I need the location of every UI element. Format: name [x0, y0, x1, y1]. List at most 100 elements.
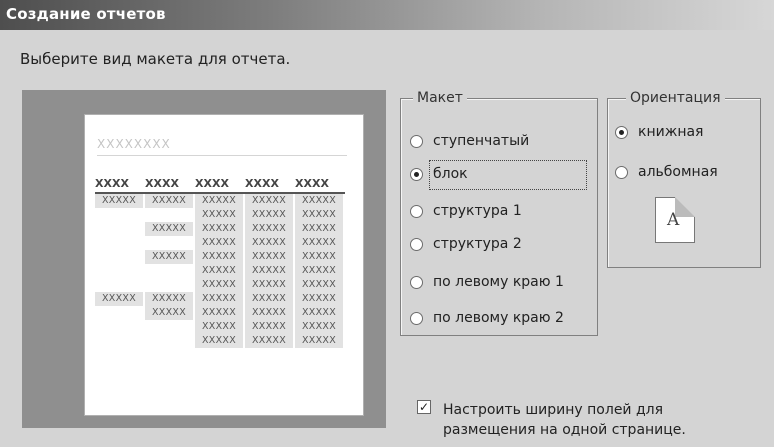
radio-left-align-2[interactable]: по левому краю 2 [410, 310, 564, 326]
preview-cell [95, 278, 143, 292]
radio-landscape-dot[interactable] [615, 165, 628, 179]
radio-outline-2[interactable]: структура 2 [410, 236, 522, 252]
preview-row: XXXXX XXXXX XXXXX XXXXX XXXXX [95, 194, 345, 208]
preview-cell: XXXXX [245, 194, 293, 208]
radio-stepped-dot[interactable] [410, 134, 423, 148]
preview-row: XXXXX XXXXX XXXXX XXXXX [95, 306, 345, 320]
preview-cell: XXXXX [295, 320, 343, 334]
radio-stepped[interactable]: ступенчатый [410, 133, 529, 149]
preview-column-header: XXXX [295, 177, 329, 190]
preview-row: XXXXX XXXXX XXXXX [95, 334, 345, 348]
preview-cell: XXXXX [295, 236, 343, 250]
preview-cell: XXXXX [195, 278, 243, 292]
preview-cell: XXXXX [95, 292, 143, 306]
preview-column-header: XXXX [195, 177, 229, 190]
preview-cell: XXXXX [295, 222, 343, 236]
preview-cell: XXXXX [195, 222, 243, 236]
radio-outline-2-label: структура 2 [433, 236, 522, 252]
preview-cell: XXXXX [295, 208, 343, 222]
preview-rows: XXXXX XXXXX XXXXX XXXXX XXXXX XXXXX XXXXX XXXXX… [95, 194, 345, 348]
preview-cell [95, 320, 143, 334]
radio-block-dot[interactable] [410, 167, 423, 181]
preview-column-header: XXXX [95, 177, 129, 190]
fit-width-label[interactable]: Настроить ширину полей для размещения на… [443, 400, 686, 440]
preview-cell: XXXXX [145, 306, 193, 320]
preview-cell: XXXXX [195, 292, 243, 306]
layout-preview: XXXXXXXX XXXX XXXX XXXX XXXX XXXX XXXXX XXXXX… [22, 90, 386, 428]
radio-outline-1-dot[interactable] [410, 204, 423, 218]
preview-cell: XXXXX [195, 334, 243, 348]
preview-cell: XXXXX [245, 208, 293, 222]
radio-landscape[interactable]: альбомная [615, 164, 718, 180]
radio-outline-1[interactable]: структура 1 [410, 203, 522, 219]
radio-block-label: блок [433, 166, 468, 182]
preview-cell: XXXXX [195, 236, 243, 250]
layout-group-label: Макет [413, 90, 467, 106]
preview-cell [145, 236, 193, 250]
preview-row: XXXXX XXXXX XXXXX XXXXX [95, 222, 345, 236]
orientation-group-label: Ориентация [626, 90, 725, 106]
preview-cell: XXXXX [295, 292, 343, 306]
radio-left-align-2-dot[interactable] [410, 311, 423, 325]
preview-row: XXXXX XXXXX XXXXX [95, 320, 345, 334]
radio-portrait-dot[interactable] [615, 125, 628, 139]
instruction-text: Выберите вид макета для отчета. [20, 50, 291, 68]
preview-cell: XXXXX [245, 222, 293, 236]
preview-cell: XXXXX [195, 194, 243, 208]
preview-cell: XXXXX [245, 250, 293, 264]
preview-cell: XXXXX [245, 264, 293, 278]
preview-cell: XXXXX [145, 250, 193, 264]
preview-column-header: XXXX [245, 177, 279, 190]
preview-cell: XXXXX [245, 278, 293, 292]
radio-portrait-label: книжная [638, 124, 704, 140]
preview-cell: XXXXX [295, 264, 343, 278]
preview-cell [95, 208, 143, 222]
preview-row: XXXXX XXXXX XXXXX XXXXX [95, 250, 345, 264]
preview-cell [95, 236, 143, 250]
preview-row: XXXXX XXXXX XXXXX [95, 208, 345, 222]
preview-cell [145, 278, 193, 292]
preview-cell: XXXXX [145, 194, 193, 208]
preview-cell [95, 250, 143, 264]
preview-cell: XXXXX [95, 194, 143, 208]
title-bar[interactable]: Создание отчетов [0, 0, 774, 30]
preview-cell: XXXXX [145, 222, 193, 236]
radio-left-align-1-label: по левому краю 1 [433, 274, 564, 290]
preview-row: XXXXX XXXXX XXXXX [95, 278, 345, 292]
preview-cell: XXXXX [195, 208, 243, 222]
radio-left-align-1[interactable]: по левому краю 1 [410, 274, 564, 290]
radio-outline-1-label: структура 1 [433, 203, 522, 219]
radio-left-align-2-label: по левому краю 2 [433, 310, 564, 326]
preview-column-headers: XXXX XXXX XXXX XXXX XXXX [95, 175, 345, 194]
preview-cell [145, 264, 193, 278]
preview-cell [95, 306, 143, 320]
page-orientation-icon: A [655, 197, 695, 243]
preview-column-header: XXXX [145, 177, 179, 190]
page-letter: A [667, 210, 680, 230]
radio-portrait[interactable]: книжная [615, 124, 703, 140]
preview-cell [145, 320, 193, 334]
preview-cell: XXXXX [295, 278, 343, 292]
preview-sheet: XXXXXXXX XXXX XXXX XXXX XXXX XXXX XXXXX XXXXX… [84, 114, 364, 416]
preview-cell: XXXXX [195, 264, 243, 278]
radio-landscape-label: альбомная [638, 164, 718, 180]
preview-cell: XXXXX [295, 334, 343, 348]
preview-grid: XXXX XXXX XXXX XXXX XXXX XXXXX XXXXX XXXXX XXXX… [95, 175, 345, 348]
preview-row: XXXXX XXXXX XXXXX XXXXX XXXXX [95, 292, 345, 306]
radio-block[interactable]: блок [410, 166, 468, 182]
radio-outline-2-dot[interactable] [410, 237, 423, 251]
preview-cell: XXXXX [195, 250, 243, 264]
preview-cell: XXXXX [245, 236, 293, 250]
preview-row: XXXXX XXXXX XXXXX [95, 264, 345, 278]
preview-cell [95, 334, 143, 348]
fit-width-label-line1: Настроить ширину полей для [443, 402, 664, 418]
fit-width-checkbox[interactable]: ✓ [417, 400, 431, 414]
preview-cell: XXXXX [245, 306, 293, 320]
preview-cell: XXXXX [245, 292, 293, 306]
preview-cell [145, 334, 193, 348]
preview-cell: XXXXX [195, 320, 243, 334]
preview-cell [95, 222, 143, 236]
report-wizard-window: Создание отчетов Выберите вид макета для… [0, 0, 774, 447]
preview-cell: XXXXX [295, 250, 343, 264]
radio-left-align-1-dot[interactable] [410, 275, 423, 289]
